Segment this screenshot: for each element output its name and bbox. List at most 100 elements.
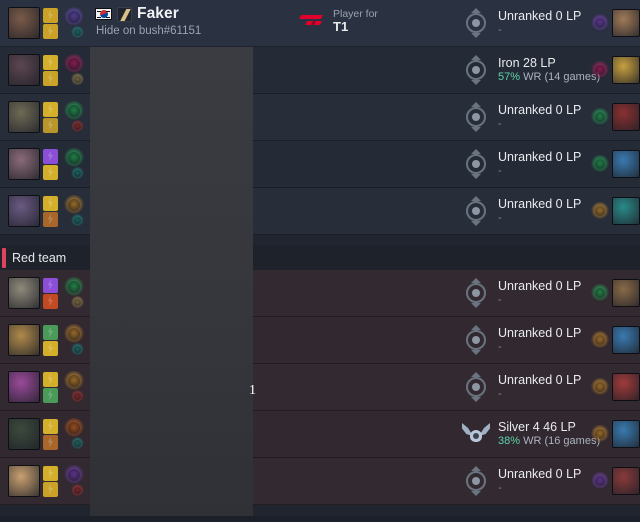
secondary-rune-icon[interactable] — [71, 26, 84, 39]
champion-portrait-icon[interactable] — [8, 418, 40, 450]
secondary-rune-icon[interactable] — [71, 214, 84, 227]
summoner-spell-1-icon[interactable] — [43, 277, 58, 293]
unranked-emblem-chevron-down — [471, 127, 481, 132]
rune-icons — [63, 7, 84, 39]
keystone-rune-icon[interactable] — [63, 465, 84, 485]
unranked-emblem-icon — [462, 55, 490, 85]
matchup-entry — [589, 197, 640, 225]
summoner-spell-2-icon[interactable] — [43, 70, 58, 86]
summoner-spell-2-icon[interactable] — [43, 387, 58, 403]
matchup-rune-icons — [591, 14, 609, 32]
champion-portrait-art — [9, 55, 39, 85]
champion-portrait-icon[interactable] — [8, 277, 40, 309]
keystone-rune-icon[interactable] — [63, 101, 84, 121]
champion-cluster — [8, 148, 84, 180]
secondary-rune-icon[interactable] — [71, 167, 84, 180]
t1-logo-icon — [298, 13, 326, 29]
matchup-rune-icons — [591, 472, 609, 490]
summoner-spells — [43, 371, 58, 403]
secondary-rune-icon[interactable] — [71, 437, 84, 450]
keystone-rune-icon[interactable] — [63, 324, 84, 344]
kr-flag-trigram — [106, 17, 110, 18]
keystone-rune-icon[interactable] — [63, 418, 84, 438]
rank-tier-label: Unranked 0 LP — [498, 150, 582, 164]
rune-icons — [63, 148, 84, 180]
matchup-rune-icons — [591, 331, 609, 349]
keystone-rune-icon[interactable] — [63, 371, 84, 391]
summoner-spell-2-icon[interactable] — [43, 23, 58, 39]
matchup-portrait-art — [613, 421, 639, 447]
rank-block: Unranked 0 LP - — [462, 8, 581, 38]
matchup-champion-portrait-icon — [612, 103, 640, 131]
matchup-champion-portrait-icon — [612, 56, 640, 84]
summoner-spell-2-icon[interactable] — [43, 481, 58, 497]
summoner-spell-2-icon[interactable] — [43, 293, 58, 309]
rune-icons — [63, 195, 84, 227]
keystone-rune-icon[interactable] — [63, 195, 84, 215]
player-row[interactable]: Faker Hide on bush#61151 Player for T1 Unran… — [0, 0, 640, 47]
champion-portrait-icon[interactable] — [8, 54, 40, 86]
rank-block: Unranked 0 LP - — [462, 102, 581, 132]
champion-cluster — [8, 195, 84, 227]
summoner-spell-2-icon[interactable] — [43, 340, 58, 356]
summoner-spell-2-icon[interactable] — [43, 211, 58, 227]
champion-portrait-icon[interactable] — [8, 101, 40, 133]
keystone-rune-icon[interactable] — [63, 148, 84, 168]
pro-team-name[interactable]: T1 — [333, 20, 378, 34]
champion-portrait-icon[interactable] — [8, 465, 40, 497]
unranked-emblem-core — [472, 66, 480, 74]
champion-portrait-icon[interactable] — [8, 371, 40, 403]
matchup-portrait-art — [613, 280, 639, 306]
rank-block: Unranked 0 LP - — [462, 196, 581, 226]
summoner-spell-1-icon[interactable] — [43, 371, 58, 387]
champion-portrait-icon[interactable] — [8, 324, 40, 356]
summoner-spell-1-icon[interactable] — [43, 148, 58, 164]
summoner-spell-1-icon[interactable] — [43, 7, 58, 23]
summoner-spell-1-icon[interactable] — [43, 324, 58, 340]
keystone-rune-icon[interactable] — [63, 277, 84, 297]
champion-portrait-icon[interactable] — [8, 195, 40, 227]
rank-tier-label: Iron 28 LP — [498, 56, 556, 70]
summoner-spell-1-icon[interactable] — [43, 465, 58, 481]
kr-flag-icon — [95, 8, 112, 20]
secondary-rune-icon[interactable] — [71, 343, 84, 356]
summoner-spell-2-icon[interactable] — [43, 117, 58, 133]
lane-badge-icon[interactable] — [117, 6, 132, 22]
champion-portrait-icon[interactable] — [8, 148, 40, 180]
matchup-champion-portrait-icon — [612, 373, 640, 401]
rank-tier-label: Silver 4 46 LP — [498, 420, 576, 434]
summoner-spell-1-icon[interactable] — [43, 418, 58, 434]
summoner-spell-1-icon[interactable] — [43, 54, 58, 70]
summoner-spell-2-icon[interactable] — [43, 164, 58, 180]
summoner-spell-1-icon[interactable] — [43, 195, 58, 211]
keystone-rune-icon[interactable] — [63, 7, 84, 27]
summoner-spell-1-icon[interactable] — [43, 101, 58, 117]
summoner-spell-2-icon[interactable] — [43, 434, 58, 450]
champion-portrait-art — [9, 8, 39, 38]
keystone-rune-icon[interactable] — [63, 54, 84, 74]
overlay-panel — [90, 47, 253, 516]
champion-portrait-art — [9, 466, 39, 496]
matchup-portrait-art — [613, 468, 639, 494]
champion-portrait-art — [9, 372, 39, 402]
rank-block: Unranked 0 LP - — [462, 325, 581, 355]
champion-portrait-art — [9, 419, 39, 449]
matchup-entry — [589, 326, 640, 354]
secondary-rune-icon[interactable] — [71, 296, 84, 309]
kr-flag-trigram — [97, 11, 101, 12]
matchup-entry — [589, 279, 640, 307]
unranked-emblem-icon — [462, 196, 490, 226]
secondary-rune-icon[interactable] — [71, 484, 84, 497]
pro-team-affiliation: Player for T1 — [298, 8, 378, 34]
secondary-rune-icon[interactable] — [71, 73, 84, 86]
secondary-rune-icon[interactable] — [71, 390, 84, 403]
rank-text: Unranked 0 LP - — [498, 467, 581, 495]
unranked-emblem-chevron-down — [471, 491, 481, 496]
matchup-rune-icons — [591, 61, 609, 79]
silver-emblem-icon — [462, 420, 490, 448]
secondary-rune-icon[interactable] — [71, 120, 84, 133]
champion-portrait-icon[interactable] — [8, 7, 40, 39]
matchup-portrait-art — [613, 57, 639, 83]
champion-portrait-art — [9, 278, 39, 308]
champion-cluster — [8, 54, 84, 86]
